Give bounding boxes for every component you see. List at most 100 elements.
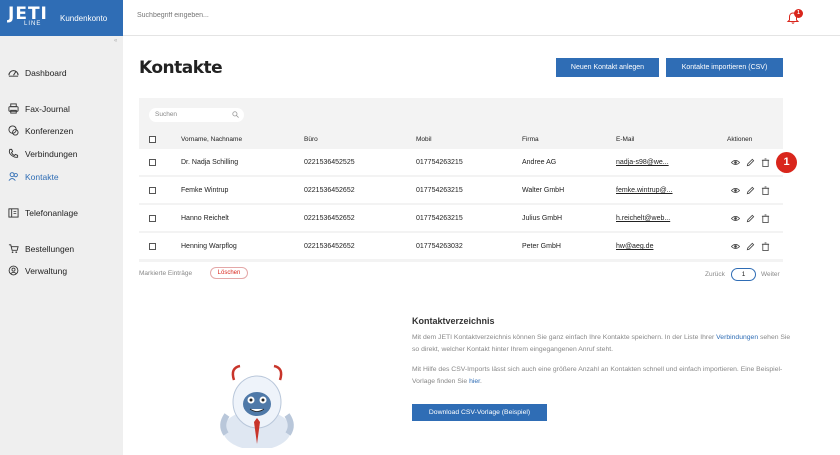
table-row[interactable]: Femke Wintrup 0221536452652 017754263215… (139, 177, 783, 204)
pager-current-page[interactable]: 1 (731, 268, 756, 281)
directory-description: Mit dem JETI Kontaktverzeichnis können S… (412, 332, 792, 356)
top-bar: JETI LINE Kundenkonto 1 (0, 0, 840, 36)
sidebar-item-bestellungen[interactable]: Bestellungen (8, 243, 74, 254)
sidebar-item-konferenzen[interactable]: Konferenzen (8, 125, 73, 136)
sidebar-item-label: Konferenzen (25, 125, 74, 136)
sidebar-item-label: Verwaltung (25, 265, 68, 276)
company: Walter GmbH (522, 187, 565, 194)
contact-name: Femke Wintrup (181, 187, 229, 194)
row-checkbox[interactable] (149, 243, 156, 250)
column-header-company[interactable]: Firma (522, 136, 539, 143)
sidebar-item-telefonanlage[interactable]: Telefonanlage (8, 207, 78, 218)
directory-text: Mit dem JETI Kontaktverzeichnis können S… (412, 334, 715, 341)
office-phone: 0221536452652 (304, 243, 355, 250)
row-checkbox[interactable] (149, 215, 156, 222)
view-icon[interactable] (731, 242, 740, 251)
column-header-office[interactable]: Büro (304, 136, 318, 143)
settings-icon (8, 265, 19, 276)
email-link[interactable]: h.reichelt@web... (616, 215, 670, 222)
company: Peter GmbH (522, 243, 561, 250)
office-phone: 0221536452652 (304, 215, 355, 222)
verbindungen-link[interactable]: Verbindungen (716, 334, 758, 341)
delete-icon[interactable] (761, 242, 770, 251)
step-callout-badge: 1 (776, 152, 797, 173)
marked-entries-label: Markierte Einträge (139, 270, 193, 277)
sidebar-item-fax-journal[interactable]: Fax-Journal (8, 103, 70, 114)
directory-heading: Kontaktverzeichnis (412, 316, 495, 326)
search-icon[interactable] (232, 111, 239, 118)
contact-name: Henning Warpflog (181, 243, 237, 250)
edit-icon[interactable] (746, 186, 755, 195)
fax-icon (8, 103, 19, 114)
contacts-table: Suchen Vorname, Nachname Büro Mobil Firm… (139, 98, 783, 262)
office-phone: 0221536452525 (304, 159, 355, 166)
conference-icon (8, 125, 19, 136)
company: Julius GmbH (522, 215, 563, 222)
pager-back-button[interactable]: Zurück (705, 271, 725, 278)
sidebar-item-label: Telefonanlage (25, 207, 78, 218)
notification-badge: 1 (794, 9, 803, 18)
mobile-phone: 017754263215 (416, 215, 463, 222)
sidebar-item-label: Verbindungen (25, 148, 78, 159)
sidebar-item-label: Kontakte (25, 171, 59, 182)
email-link[interactable]: hw@aeg.de (616, 243, 653, 250)
sidebar-item-verwaltung[interactable]: Verwaltung (8, 265, 67, 276)
column-header-actions: Aktionen (727, 136, 753, 143)
mobile-phone: 017754263032 (416, 243, 463, 250)
email-link[interactable]: femke.wintrup@... (616, 187, 673, 194)
column-header-mobile[interactable]: Mobil (416, 136, 432, 143)
download-csv-template-button[interactable]: Download CSV-Vorlage (Beispiel) (412, 404, 547, 421)
import-contacts-button[interactable]: Kontakte importieren (CSV) (666, 58, 783, 77)
csv-text: Mit Hilfe des CSV-Imports lässt sich auc… (412, 366, 739, 373)
new-contact-button[interactable]: Neuen Kontakt anlegen (556, 58, 659, 77)
csv-import-description: Mit Hilfe des CSV-Imports lässt sich auc… (412, 364, 792, 388)
template-link[interactable]: hier (469, 378, 480, 385)
delete-icon[interactable] (761, 158, 770, 167)
view-icon[interactable] (731, 214, 740, 223)
page-title: Kontakte (139, 58, 223, 78)
view-icon[interactable] (731, 158, 740, 167)
csv-text-end: . (480, 378, 482, 385)
phone-system-icon (8, 208, 19, 218)
mobile-phone: 017754263215 (416, 159, 463, 166)
office-phone: 0221536452652 (304, 187, 355, 194)
account-label: Kundenkonto (60, 14, 108, 23)
sidebar-item-dashboard[interactable]: Dashboard (8, 67, 67, 78)
logo-subtext: LINE (24, 21, 42, 27)
company: Andree AG (522, 159, 557, 166)
table-row[interactable]: Hanno Reichelt 0221536452652 01775426321… (139, 205, 783, 232)
select-all-checkbox[interactable] (149, 136, 156, 143)
edit-icon[interactable] (746, 214, 755, 223)
row-checkbox[interactable] (149, 187, 156, 194)
sidebar-item-label: Dashboard (25, 67, 67, 78)
view-icon[interactable] (731, 186, 740, 195)
sidebar: « Dashboard Fax-Journal Konferenzen Verb… (0, 36, 123, 455)
table-search-input[interactable]: Suchen (149, 108, 244, 122)
contact-name: Hanno Reichelt (181, 215, 229, 222)
phone-icon (8, 148, 19, 158)
row-checkbox[interactable] (149, 159, 156, 166)
edit-icon[interactable] (746, 242, 755, 251)
sidebar-item-label: Fax-Journal (25, 103, 70, 114)
contact-name: Dr. Nadja Schilling (181, 159, 239, 166)
sidebar-item-kontakte[interactable]: Kontakte (8, 171, 59, 182)
edit-icon[interactable] (746, 158, 755, 167)
delete-selected-button[interactable]: Löschen (210, 267, 248, 279)
table-row[interactable]: Dr. Nadja Schilling 0221536452525 017754… (139, 149, 783, 176)
email-link[interactable]: nadja-s98@we... (616, 159, 669, 166)
contacts-icon (8, 172, 18, 181)
column-header-name[interactable]: Vorname, Nachname (181, 136, 242, 143)
delete-icon[interactable] (761, 186, 770, 195)
pager-next-button[interactable]: Weiter (761, 271, 780, 278)
mobile-phone: 017754263215 (416, 187, 463, 194)
global-search-input[interactable] (137, 12, 337, 19)
cart-icon (8, 244, 19, 253)
table-search-placeholder: Suchen (155, 111, 178, 118)
table-row[interactable]: Henning Warpflog 0221536452652 017754263… (139, 233, 783, 260)
sidebar-item-verbindungen[interactable]: Verbindungen (8, 148, 77, 159)
logo[interactable]: JETI LINE Kundenkonto (0, 0, 123, 36)
dashboard-icon (8, 70, 19, 77)
collapse-sidebar-icon[interactable]: « (114, 38, 117, 44)
delete-icon[interactable] (761, 214, 770, 223)
column-header-email[interactable]: E-Mail (616, 136, 634, 143)
